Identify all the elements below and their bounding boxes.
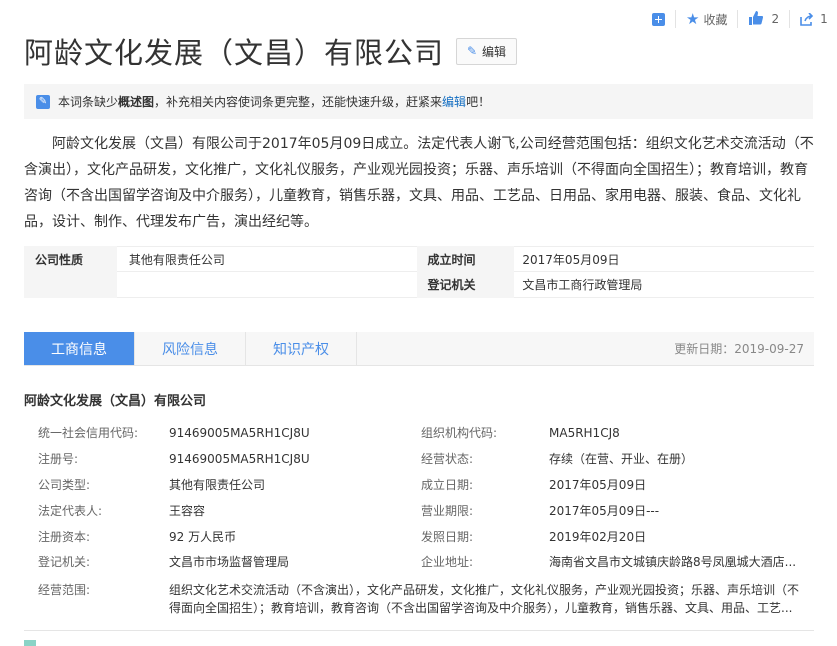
basic-row: 登记机关 文昌市工商行政管理局 [24,271,814,298]
detail-value: 91469005MA5RH1CJ8U [169,451,310,466]
scope-value: 组织文化艺术交流活动（不含演出），文化产品研发，文化推广，文化礼仪服务，产业观光… [169,582,800,615]
detail-label: 公司类型: [38,477,91,492]
detail-value: MA5RH1CJ8 [549,425,620,440]
edit-button[interactable]: ✎ 编辑 [456,37,518,65]
detail-label: 成立日期: [421,477,474,492]
basic-info-table: 公司性质 其他有限责任公司 成立时间 2017年05月09日 登记机关 文昌市工… [24,246,814,298]
like-button[interactable]: 2 [748,10,780,28]
authority-value: 文昌市工商行政管理局 [522,278,643,292]
detail-label: 注册号: [38,452,79,467]
edit-note-icon: ✎ [36,94,50,109]
missing-image-notice: ✎ 本词条缺少 概述图 ，补充相关内容使词条更完整，还能快速升级，赶紧来 编辑 … [24,84,813,119]
company-name: 阿龄文化发展（文昌）有限公司 [24,394,207,409]
tab-business-info[interactable]: 工商信息 [24,332,135,365]
nature-label: 公司性质 [24,246,117,272]
detail-value: 文昌市市场监督管理局 [169,555,290,570]
detail-row: 注册资本: 92 万人民币 发照日期: 2019年02月20日 [24,523,814,549]
tab-risk-info[interactable]: 风险信息 [135,332,246,365]
detail-label: 企业地址: [421,555,474,570]
share-icon [800,11,814,26]
add-button[interactable] [652,12,665,26]
detail-value: 其他有限责任公司 [169,477,266,492]
detail-value: 存续（在营、开业、在册） [549,452,694,467]
thumbs-up-icon [748,10,764,28]
star-icon: ★ [686,9,700,28]
toolbar-divider [789,10,791,28]
empty-label [24,271,117,298]
share-button[interactable]: 1 [800,11,828,26]
founded-value: 2017年05月09日 [522,252,620,267]
detail-row-scope: 经营范围: 组织文化艺术交流活动（不含演出），文化产品研发，文化推广，文化礼仪服… [24,575,814,617]
section-divider [24,630,814,631]
like-count: 2 [771,12,780,26]
detail-row: 统一社会信用代码: 91469005MA5RH1CJ8U 组织机构代码: MA5… [24,420,814,446]
business-details: 统一社会信用代码: 91469005MA5RH1CJ8U 组织机构代码: MA5… [24,420,814,617]
authority-label: 登记机关 [416,271,515,298]
founded-label: 成立时间 [416,246,515,272]
notice-edit-link[interactable]: 编辑 [442,93,466,110]
update-date: 更新日期：2019-09-27 [674,342,804,356]
detail-value: 2017年05月09日--- [549,503,660,518]
detail-label: 发照日期: [421,529,474,544]
nature-value: 其他有限责任公司 [128,252,225,267]
basic-row: 公司性质 其他有限责任公司 成立时间 2017年05月09日 [24,246,814,272]
detail-value: 2019年02月20日 [549,529,647,544]
notice-suffix: 吧！ [466,95,491,109]
summary-paragraph: 阿龄文化发展（文昌）有限公司于2017年05月09日成立。法定代表人谢飞,公司经… [24,136,814,230]
detail-label: 统一社会信用代码: [38,426,139,441]
detail-row: 注册号: 91469005MA5RH1CJ8U 经营状态: 存续（在营、开业、在… [24,446,814,472]
edit-label: 编辑 [482,44,507,59]
detail-row: 公司类型: 其他有限责任公司 成立日期: 2017年05月09日 [24,472,814,498]
info-tabs: 工商信息 风险信息 知识产权 更新日期：2019-09-27 [24,332,814,366]
empty-value [117,272,417,298]
tab-intellectual-property[interactable]: 知识产权 [246,332,357,365]
title-row: 阿龄文化发展（文昌）有限公司 ✎ 编辑 [24,30,518,72]
plus-icon [652,12,665,26]
detail-label: 登记机关: [38,555,91,570]
page-title: 阿龄文化发展（文昌）有限公司 [24,36,445,70]
detail-value: 2017年05月09日 [549,477,647,492]
pencil-icon: ✎ [466,44,478,58]
detail-value: 王容容 [169,503,206,518]
detail-value: 91469005MA5RH1CJ8U [169,425,310,440]
toolbar-divider [737,10,739,28]
detail-value: 92 万人民币 [169,529,237,544]
toolbar-divider [675,10,676,28]
detail-value: 海南省文昌市文城镇庆龄路8号凤凰城大酒店... [549,555,797,570]
top-toolbar: ★ 收藏 2 1 [652,8,828,30]
detail-label: 注册资本: [38,529,91,544]
notice-prefix: 本词条缺少 [58,95,119,109]
decorative-mark [24,640,36,646]
favorite-label: 收藏 [703,12,728,27]
notice-bold: 概述图 [118,95,155,109]
detail-row: 登记机关: 文昌市市场监督管理局 企业地址: 海南省文昌市文城镇庆龄路8号凤凰城… [24,549,814,575]
detail-label: 经营状态: [421,452,474,467]
share-count: 1 [820,12,828,26]
scope-label: 经营范围: [38,582,91,597]
favorite-button[interactable]: ★ 收藏 [686,11,727,28]
detail-label: 营业期限: [421,503,474,518]
detail-label: 组织机构代码: [421,426,498,441]
detail-label: 法定代表人: [38,503,103,518]
detail-row: 法定代表人: 王容容 营业期限: 2017年05月09日--- [24,497,814,523]
notice-middle: ，补充相关内容使词条更完整，还能快速升级，赶紧来 [154,95,443,109]
